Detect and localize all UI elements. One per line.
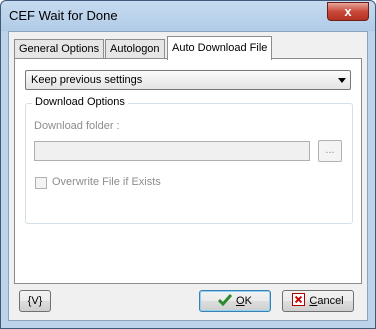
- cancel-icon: [292, 293, 306, 306]
- tab-label: General Options: [19, 43, 100, 55]
- cancel-button[interactable]: Cancel: [282, 290, 354, 312]
- download-folder-input[interactable]: [34, 141, 310, 161]
- tab-auto-download-file[interactable]: Auto Download File: [167, 36, 273, 60]
- tab-label: Autologon: [110, 43, 160, 55]
- close-icon: x: [344, 4, 352, 19]
- overwrite-checkbox[interactable]: [35, 177, 47, 189]
- variables-button[interactable]: {V}: [19, 290, 51, 312]
- close-button[interactable]: x: [327, 2, 369, 21]
- tab-general-options[interactable]: General Options: [14, 39, 105, 59]
- download-mode-select[interactable]: Keep previous settings: [25, 70, 351, 90]
- download-options-group: Download Options Download folder : ... O…: [25, 96, 353, 224]
- ok-label: K: [244, 295, 252, 307]
- browse-folder-button[interactable]: ...: [318, 140, 342, 162]
- variables-label: {V}: [27, 295, 43, 307]
- cancel-label: ancel: [317, 295, 344, 307]
- check-icon: [218, 294, 233, 306]
- group-title: Download Options: [32, 96, 128, 108]
- tab-autologon[interactable]: Autologon: [105, 39, 165, 59]
- download-folder-label: Download folder :: [34, 120, 120, 132]
- dialog-client-area: General Options Autologon Auto Download …: [8, 31, 368, 321]
- chevron-down-icon: [338, 78, 346, 83]
- tab-panel-auto-download: Keep previous settings Download Options …: [14, 58, 362, 284]
- window-title: CEF Wait for Done: [9, 8, 118, 23]
- overwrite-label: Overwrite File if Exists: [52, 176, 161, 188]
- ok-button[interactable]: OK: [199, 290, 271, 312]
- browse-label: ...: [325, 144, 335, 156]
- dialog-window: CEF Wait for Done x General Options Auto…: [0, 0, 376, 329]
- ok-label-mnemonic: O: [236, 295, 245, 307]
- select-value: Keep previous settings: [31, 74, 143, 86]
- tab-label: Auto Download File: [172, 42, 268, 54]
- title-bar[interactable]: CEF Wait for Done x: [1, 1, 375, 31]
